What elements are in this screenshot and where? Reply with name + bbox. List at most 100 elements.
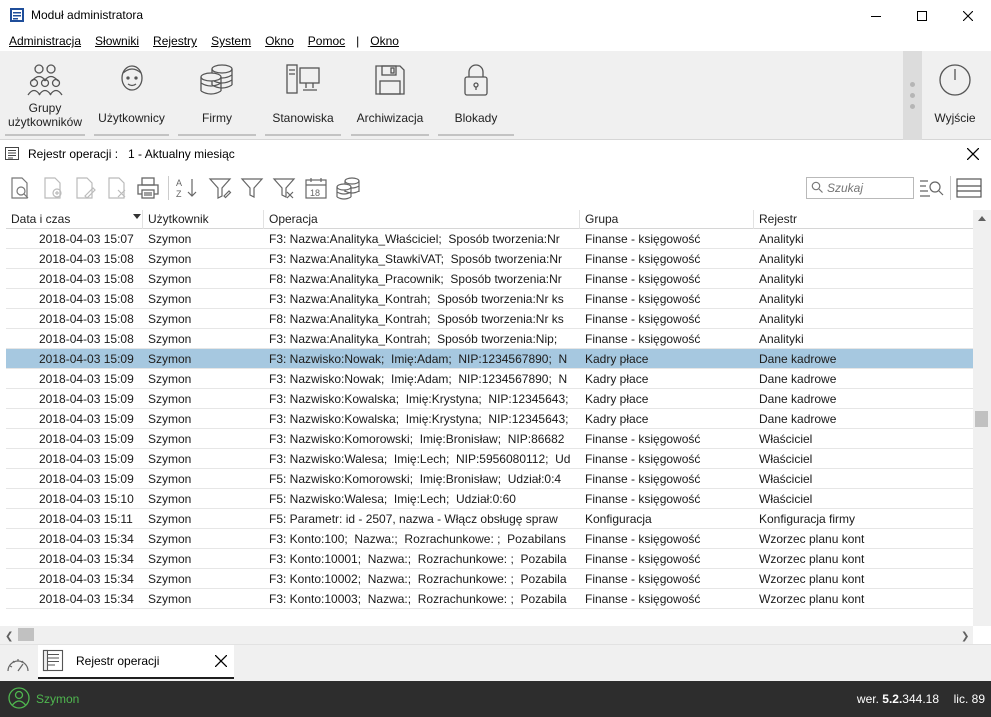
maximize-button[interactable]: [899, 0, 945, 31]
cell-group: Finanse - księgowość: [585, 232, 701, 246]
layout-toggle-icon[interactable]: [956, 175, 982, 201]
tab-rejestr-operacji[interactable]: Rejestr operacji: [38, 645, 234, 679]
column-header-date[interactable]: Data i czas: [6, 210, 142, 229]
cell-operation: F5: Parametr: id - 2507, nazwa - Włącz o…: [269, 512, 558, 526]
advanced-search-icon[interactable]: [918, 175, 944, 201]
menu-label: Okno: [370, 34, 399, 48]
cell-operation: F3: Nazwa:Analityka_Kontrah; Sposób twor…: [269, 292, 564, 306]
close-window-button[interactable]: [945, 0, 991, 31]
table-row[interactable]: 2018-04-03 15:34 Szymon F3: Konto:10001; N…: [6, 549, 973, 569]
menu-pomoc[interactable]: Pomoc: [301, 34, 352, 48]
table-row[interactable]: 2018-04-03 15:34 Szymon F3: Konto:100; Naz…: [6, 529, 973, 549]
cell-date: 2018-04-03 15:34: [39, 532, 134, 546]
cell-operation: F8: Nazwa:Analityka_Pracownik; Sposób tw…: [269, 272, 562, 286]
cell-operation: F3: Nazwisko:Nowak; Imię:Adam; NIP:12345…: [269, 352, 568, 366]
horizontal-scrollbar[interactable]: ❮ ❯: [0, 626, 973, 644]
table-row[interactable]: 2018-04-03 15:09 Szymon F3: Nazwisko:Nowak…: [6, 369, 973, 389]
column-header-user[interactable]: Użytkownik: [142, 210, 263, 229]
cell-group: Finanse - księgowość: [585, 552, 701, 566]
table-row[interactable]: 2018-04-03 15:09 Szymon F3: Nazwisko:Nowak…: [6, 349, 973, 369]
column-header-register[interactable]: Rejestr: [753, 210, 973, 229]
cell-operation: F3: Nazwisko:Nowak; Imię:Adam; NIP:12345…: [269, 372, 568, 386]
edit-document-icon[interactable]: [72, 175, 98, 201]
calendar-icon[interactable]: 18: [303, 175, 329, 201]
cell-date: 2018-04-03 15:34: [39, 552, 134, 566]
table-row[interactable]: 2018-04-03 15:09 Szymon F3: Nazwisko:Wales…: [6, 449, 973, 469]
search-box[interactable]: [806, 177, 914, 199]
menu-administracja[interactable]: Administracja: [2, 34, 88, 48]
filter-edit-icon[interactable]: [207, 175, 233, 201]
scroll-right-icon[interactable]: ❯: [961, 631, 969, 642]
filter-icon[interactable]: [239, 175, 265, 201]
table-row[interactable]: 2018-04-03 15:11 Szymon F5: Parametr: id -…: [6, 509, 973, 529]
database-icon[interactable]: [335, 175, 361, 201]
table-row[interactable]: 2018-04-03 15:08 Szymon F8: Nazwa:Analityk…: [6, 309, 973, 329]
table-row[interactable]: 2018-04-03 15:34 Szymon F3: Konto:10003; N…: [6, 589, 973, 609]
column-header-group[interactable]: Grupa: [579, 210, 753, 229]
ribbon-grupy-uzytkownikow-button[interactable]: Grupy użytkowników: [3, 54, 87, 136]
print-icon[interactable]: [135, 175, 161, 201]
cell-date: 2018-04-03 15:34: [39, 592, 134, 606]
toolbar-separator: [168, 176, 169, 200]
cell-group: Finanse - księgowość: [585, 292, 701, 306]
ribbon-stanowiska-button[interactable]: Stanowiska: [263, 54, 343, 136]
table-row[interactable]: 2018-04-03 15:09 Szymon F3: Nazwisko:Kowal…: [6, 389, 973, 409]
table-row[interactable]: 2018-04-03 15:10 Szymon F5: Nazwisko:Wales…: [6, 489, 973, 509]
cell-operation: F5: Nazwisko:Komorowski; Imię:Bronisław;…: [269, 472, 562, 486]
cell-user: Szymon: [148, 272, 192, 286]
menu-label: Pomoc: [307, 34, 346, 48]
delete-document-icon[interactable]: [104, 175, 130, 201]
table-row[interactable]: 2018-04-03 15:08 Szymon F3: Nazwa:Analityk…: [6, 249, 973, 269]
cell-date: 2018-04-03 15:11: [39, 512, 133, 526]
tab-close-button[interactable]: [214, 654, 228, 670]
ribbon-uzytkownicy-button[interactable]: Użytkownicy: [92, 54, 171, 136]
table-row[interactable]: 2018-04-03 15:08 Szymon F3: Nazwa:Analityk…: [6, 329, 973, 349]
panel-close-button[interactable]: [965, 146, 981, 162]
scroll-up-icon[interactable]: [978, 216, 986, 221]
ribbon-blokady-button[interactable]: Blokady: [436, 54, 516, 136]
table-row[interactable]: 2018-04-03 15:07 Szymon F3: Nazwa:Analityk…: [6, 229, 973, 249]
preview-document-icon[interactable]: [7, 175, 33, 201]
menu-system[interactable]: System: [204, 34, 258, 48]
table-row[interactable]: 2018-04-03 15:09 Szymon F3: Nazwisko:Komor…: [6, 429, 973, 449]
cell-user: Szymon: [148, 472, 192, 486]
menu-okno[interactable]: Okno: [258, 34, 301, 48]
operations-grid: Data i czas Użytkownik Operacja Grupa Re…: [0, 210, 991, 626]
cell-group: Kadry płace: [585, 372, 649, 386]
users-group-icon: [25, 58, 65, 102]
table-row[interactable]: 2018-04-03 15:08 Szymon F8: Nazwa:Analityk…: [6, 269, 973, 289]
vertical-scrollbar[interactable]: [973, 210, 991, 626]
column-header-operation[interactable]: Operacja: [263, 210, 579, 229]
cell-group: Finanse - księgowość: [585, 432, 701, 446]
cell-date: 2018-04-03 15:08: [39, 272, 134, 286]
menu-slowniki[interactable]: Słowniki: [88, 34, 146, 48]
filter-clear-icon[interactable]: [271, 175, 297, 201]
table-row[interactable]: 2018-04-03 15:34 Szymon F3: Konto:10002; N…: [6, 569, 973, 589]
power-icon: [935, 58, 975, 102]
cell-date: 2018-04-03 15:09: [39, 412, 134, 426]
register-icon: [42, 648, 64, 675]
cell-group: Finanse - księgowość: [585, 332, 701, 346]
exit-button[interactable]: Wyjście: [924, 54, 986, 136]
add-document-icon[interactable]: [40, 175, 66, 201]
scroll-thumb[interactable]: [18, 628, 34, 641]
ribbon-grip[interactable]: [903, 51, 922, 140]
ribbon-firmy-button[interactable]: Firmy: [176, 54, 258, 136]
table-row[interactable]: 2018-04-03 15:08 Szymon F3: Nazwa:Analityk…: [6, 289, 973, 309]
sort-icon[interactable]: AZ: [174, 175, 200, 201]
table-row[interactable]: 2018-04-03 15:09 Szymon F5: Nazwisko:Komor…: [6, 469, 973, 489]
license-label: lic. 89: [953, 692, 985, 706]
search-input[interactable]: [827, 181, 907, 195]
scroll-thumb[interactable]: [975, 411, 988, 427]
dashboard-icon[interactable]: [6, 654, 30, 677]
minimize-button[interactable]: [853, 0, 899, 31]
status-user-name[interactable]: Szymon: [36, 692, 79, 706]
table-row[interactable]: 2018-04-03 15:09 Szymon F3: Nazwisko:Kowal…: [6, 409, 973, 429]
cell-register: Analityki: [759, 332, 804, 346]
menu-okno-extra[interactable]: Okno: [363, 34, 406, 48]
cell-user: Szymon: [148, 572, 192, 586]
menu-rejestry[interactable]: Rejestry: [146, 34, 204, 48]
ribbon-archiwizacja-button[interactable]: Archiwizacja: [349, 54, 431, 136]
scroll-left-icon[interactable]: ❮: [5, 631, 13, 642]
ribbon-label: Archiwizacja: [356, 111, 424, 125]
